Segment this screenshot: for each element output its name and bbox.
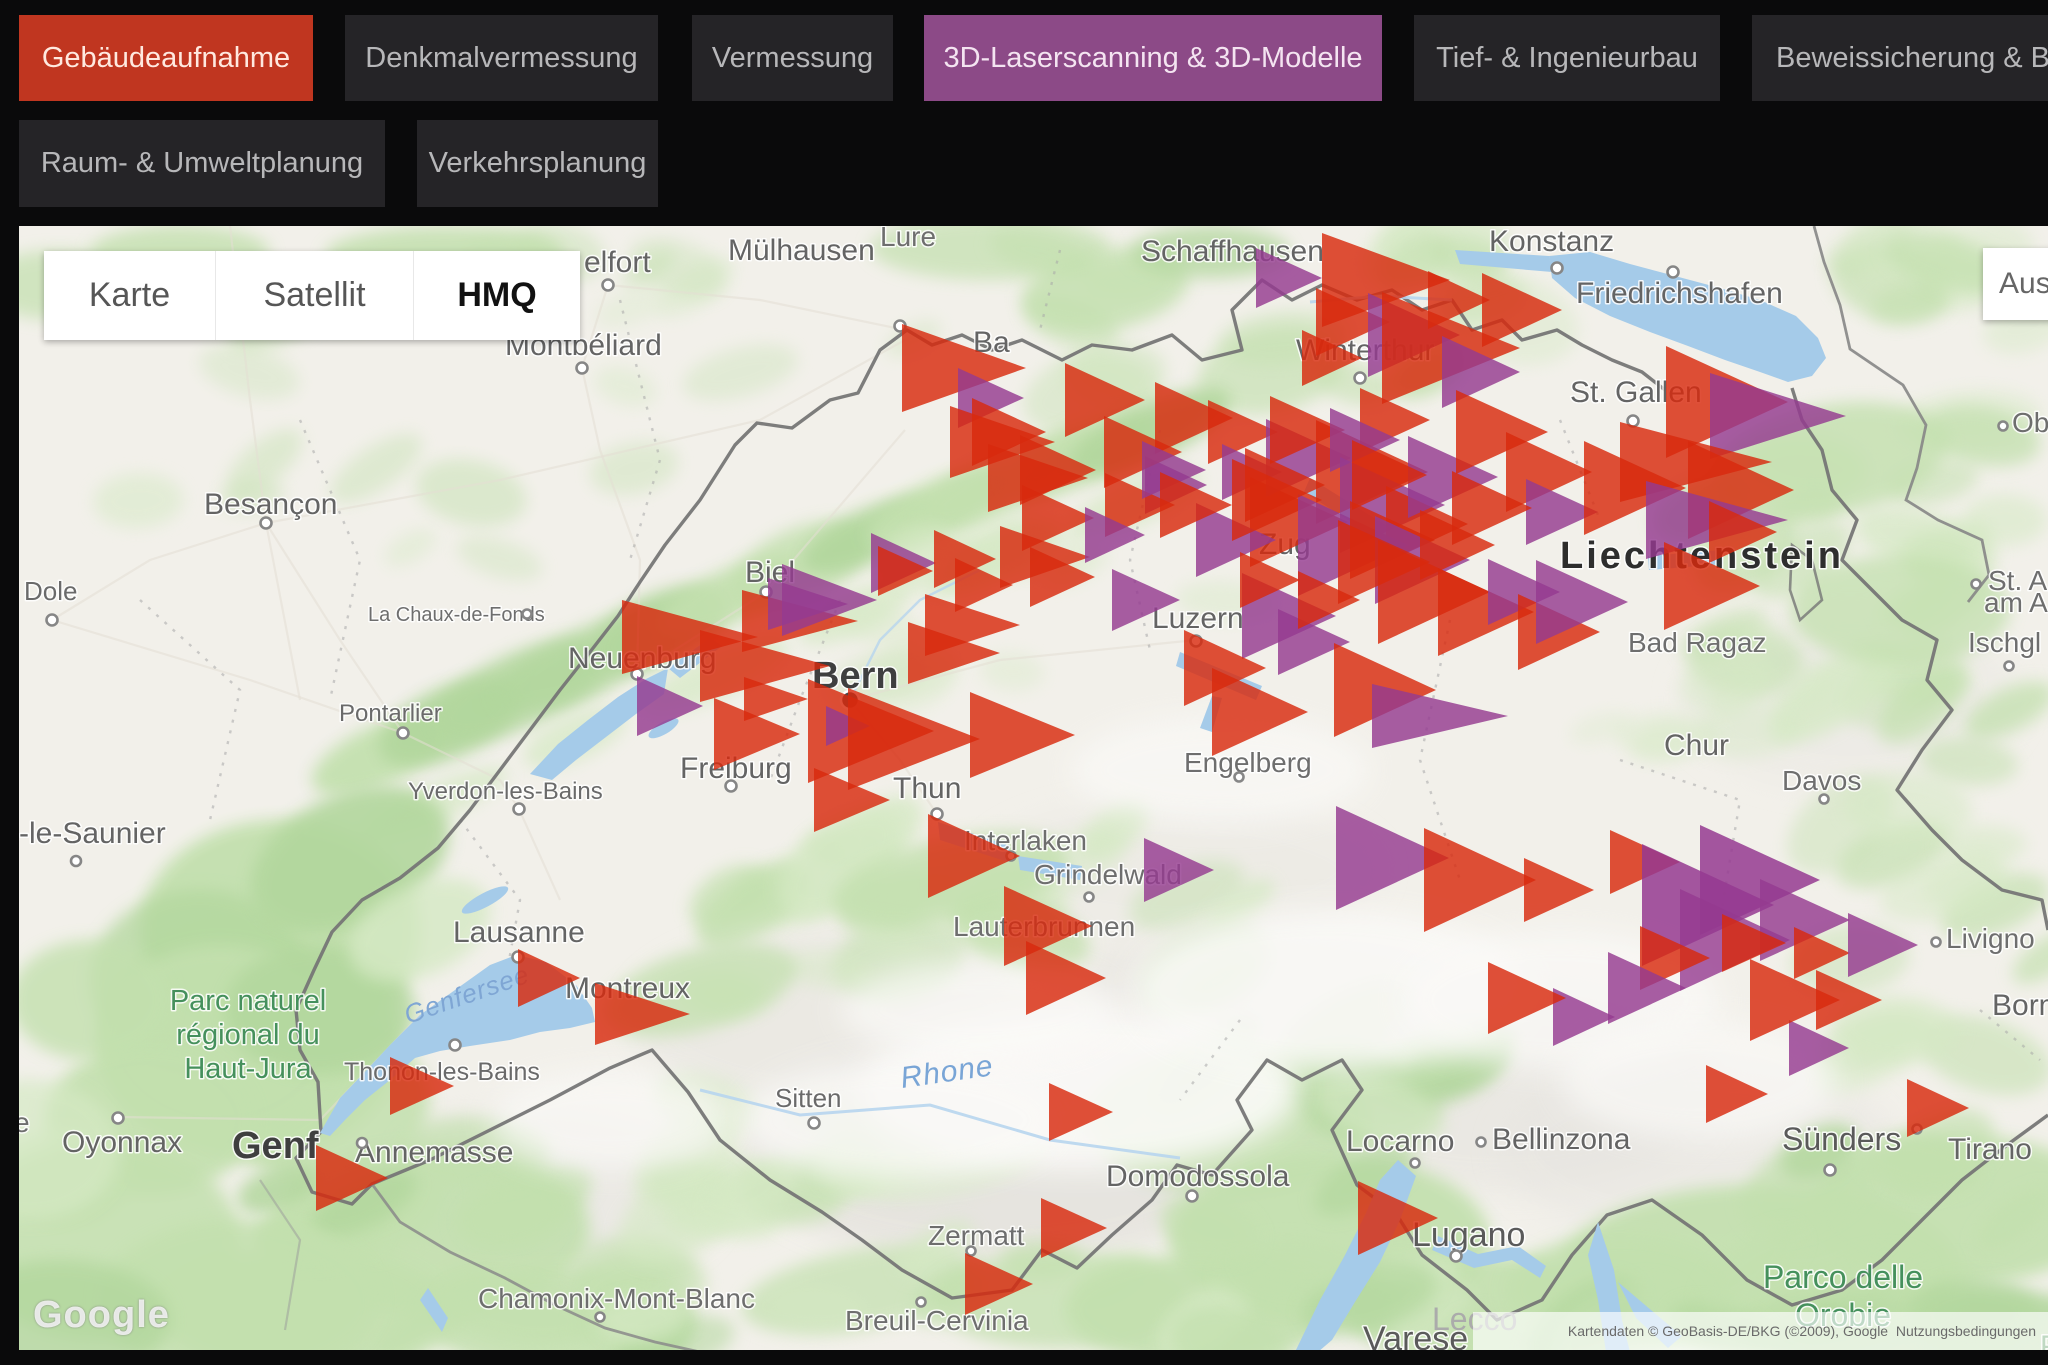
svg-text:Locarno: Locarno xyxy=(1346,1125,1454,1158)
svg-text:Domodossola: Domodossola xyxy=(1106,1160,1290,1193)
svg-text:Mülhausen: Mülhausen xyxy=(728,234,875,267)
svg-text:Annemasse: Annemasse xyxy=(355,1136,513,1169)
svg-text:Engelberg: Engelberg xyxy=(1184,747,1312,778)
svg-text:Ischgl: Ischgl xyxy=(1968,627,2041,658)
svg-text:Bad Ragaz: Bad Ragaz xyxy=(1628,627,1767,658)
svg-text:se: se xyxy=(19,1107,30,1138)
svg-text:Davos: Davos xyxy=(1782,765,1861,796)
svg-text:Lure: Lure xyxy=(880,226,936,252)
svg-text:Genf: Genf xyxy=(232,1125,319,1167)
svg-text:Besançon: Besançon xyxy=(204,488,337,521)
svg-text:Obe: Obe xyxy=(2012,407,2048,438)
svg-text:Chamonix-Mont-Blanc: Chamonix-Mont-Blanc xyxy=(478,1283,755,1314)
svg-text:Lausanne: Lausanne xyxy=(453,916,585,949)
svg-text:am A: am A xyxy=(1984,587,2048,618)
svg-text:elfort: elfort xyxy=(584,246,651,279)
svg-text:Luzern: Luzern xyxy=(1152,602,1244,635)
svg-text:Chur: Chur xyxy=(1664,729,1729,762)
svg-text:Parco delle: Parco delle xyxy=(1763,1259,1923,1295)
svg-text:Sünders: Sünders xyxy=(1782,1121,1901,1157)
svg-text:régional du: régional du xyxy=(176,1019,320,1051)
svg-text:Konstanz: Konstanz xyxy=(1489,226,1614,258)
svg-text:Sitten: Sitten xyxy=(775,1083,842,1113)
svg-text:Haut-Jura: Haut-Jura xyxy=(184,1053,312,1085)
svg-text:Borm: Borm xyxy=(1992,989,2048,1022)
svg-text:Schaffhausen: Schaffhausen xyxy=(1141,235,1324,268)
svg-text:Zermatt: Zermatt xyxy=(928,1220,1025,1251)
svg-text:Pontarlier: Pontarlier xyxy=(339,700,442,727)
svg-text:Bellinzona: Bellinzona xyxy=(1492,1123,1631,1156)
svg-text:Tirano: Tirano xyxy=(1948,1133,2032,1166)
svg-text:Dole: Dole xyxy=(24,576,77,606)
svg-text:Breuil-Cervinia: Breuil-Cervinia xyxy=(845,1305,1029,1336)
svg-text:Thun: Thun xyxy=(893,772,961,805)
svg-text:Livigno: Livigno xyxy=(1946,923,2035,954)
svg-text:Parc naturel: Parc naturel xyxy=(170,985,326,1017)
svg-text:s-le-Saunier: s-le-Saunier xyxy=(19,817,166,850)
svg-text:La Chaux-de-Fonds: La Chaux-de-Fonds xyxy=(368,604,545,626)
svg-text:Oyonnax: Oyonnax xyxy=(62,1126,182,1159)
svg-text:Yverdon-les-Bains: Yverdon-les-Bains xyxy=(408,778,603,805)
svg-text:Friedrichshafen: Friedrichshafen xyxy=(1576,277,1783,310)
